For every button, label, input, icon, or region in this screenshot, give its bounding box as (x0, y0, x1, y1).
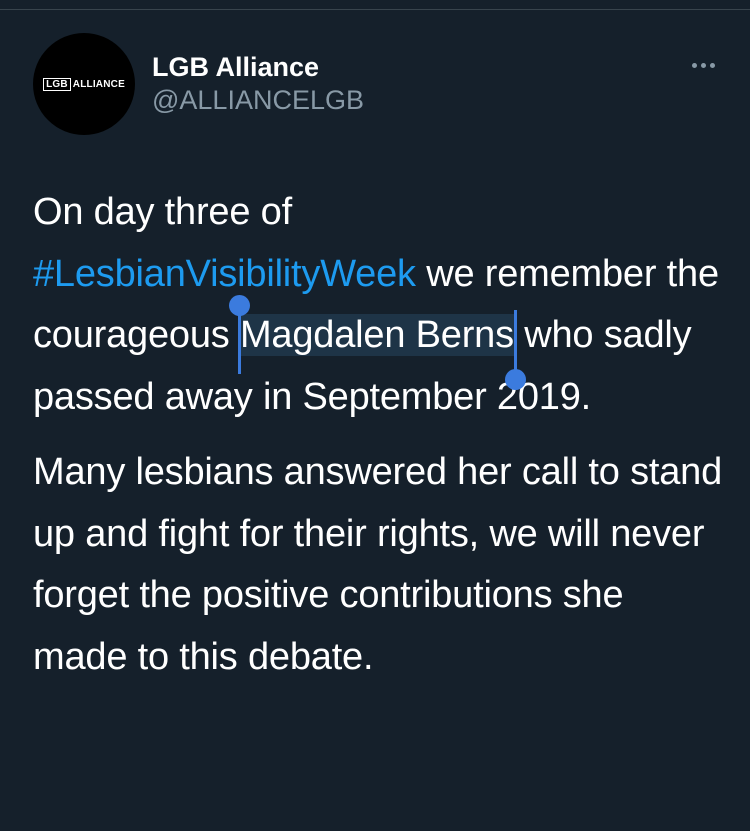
author-names: LGB Alliance @ALLIANCELGB (152, 51, 364, 117)
display-name[interactable]: LGB Alliance (152, 51, 364, 83)
more-dot (701, 63, 706, 68)
user-handle[interactable]: @ALLIANCELGB (152, 83, 364, 117)
hashtag-link[interactable]: #LesbianVisibilityWeek (33, 253, 416, 295)
more-options-icon[interactable] (692, 63, 715, 68)
tweet-paragraph-1: On day three of #LesbianVisibilityWeek w… (33, 182, 723, 428)
top-divider (0, 0, 750, 10)
more-dot (710, 63, 715, 68)
logo-boxed-text: LGB (43, 77, 71, 91)
tweet-paragraph-2: Many lesbians answered her call to stand… (33, 451, 723, 678)
selection-end-handle[interactable] (504, 369, 526, 390)
selection-start-bar (237, 310, 241, 374)
selected-text-content: Magdalen Berns (239, 314, 514, 356)
lgb-alliance-logo: LGB ALLIANCE (43, 77, 125, 91)
more-dot (692, 63, 697, 68)
text-segment: On day three of (33, 191, 292, 233)
tweet-header: LGB ALLIANCE LGB Alliance @ALLIANCELGB (33, 33, 723, 135)
selected-text[interactable]: Magdalen Berns (228, 295, 526, 390)
avatar[interactable]: LGB ALLIANCE (33, 33, 135, 135)
selection-end-bar (513, 310, 517, 374)
logo-text: ALLIANCE (72, 78, 125, 90)
tweet-text: On day three of #LesbianVisibilityWeek w… (33, 182, 723, 688)
